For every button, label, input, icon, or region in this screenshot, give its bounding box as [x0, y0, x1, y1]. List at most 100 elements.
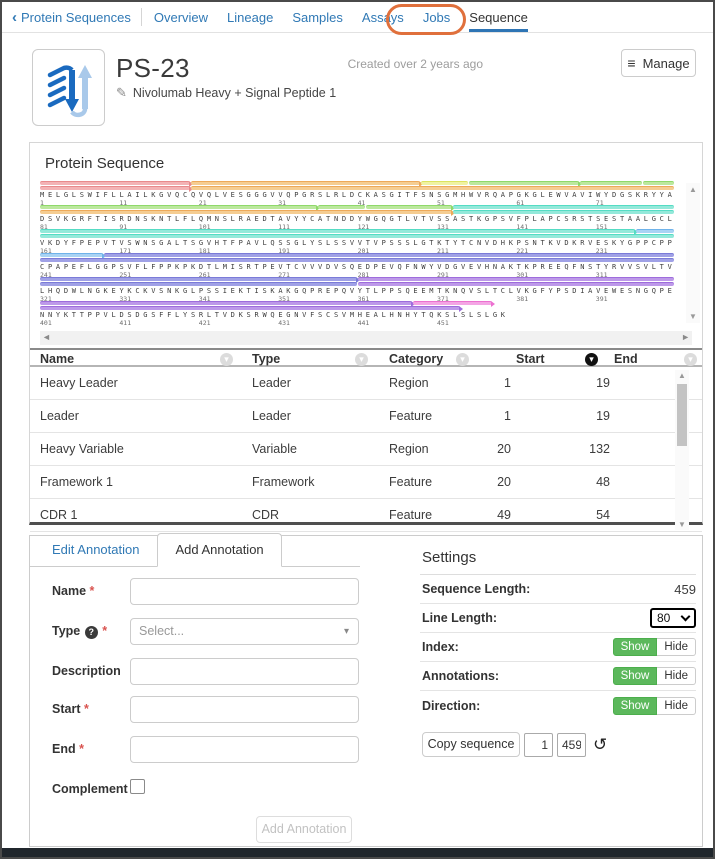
- back-link-label: Protein Sequences: [21, 10, 131, 25]
- tab-edit-annotation[interactable]: Edit Annotation: [30, 542, 139, 566]
- hamburger-icon: ≡: [627, 55, 635, 71]
- annotation-bar-green[interactable]: [318, 205, 365, 209]
- annotation-bar-green[interactable]: [643, 181, 674, 185]
- column-header-category[interactable]: Category: [389, 352, 443, 366]
- help-icon[interactable]: ?: [85, 626, 98, 639]
- annotation-bar-magenta[interactable]: [413, 301, 491, 305]
- sequence-viewport[interactable]: MELGLSWIFLLAILKGVQCQVQLVESGGGVVQPGRSLRLD…: [40, 181, 676, 327]
- sequence-line[interactable]: DSVKGRFTISRDNSKNTLFLQMNSLRAEDTAVYYCATNDD…: [40, 205, 676, 229]
- scroll-up-icon[interactable]: ▲: [686, 185, 700, 194]
- tab-lineage[interactable]: Lineage: [227, 2, 273, 32]
- description-field[interactable]: [130, 658, 359, 685]
- copy-sequence-button[interactable]: Copy sequence: [422, 732, 520, 757]
- annotation-bar-violet[interactable]: [40, 301, 412, 305]
- back-chevron-icon: ‹: [12, 10, 17, 25]
- column-header-type[interactable]: Type: [252, 352, 280, 366]
- annotation-bar-cyan[interactable]: [453, 205, 674, 209]
- column-filter-icon[interactable]: ▾: [220, 353, 233, 366]
- annotation-bar-blue[interactable]: [636, 229, 675, 233]
- form-row-type: Type ? * Select... ▾: [52, 618, 359, 645]
- line-length-select[interactable]: 80: [650, 608, 696, 628]
- sequence-vertical-scrollbar[interactable]: ▲ ▼: [686, 183, 700, 323]
- annotation-bar-green[interactable]: [469, 181, 579, 185]
- column-header-end[interactable]: End: [614, 352, 638, 366]
- table-cell: 132: [540, 442, 610, 456]
- sequence-line[interactable]: LHQDWLNGKEYKCKVSNKGLPSSIEKTISKAKGQPREPQV…: [40, 277, 676, 301]
- annotation-bar-pink[interactable]: [40, 181, 190, 185]
- annotation-bar-periwinkle[interactable]: [40, 258, 674, 262]
- annotations-hide-button[interactable]: Hide: [657, 667, 696, 685]
- index-show-button[interactable]: Show: [613, 638, 658, 656]
- manage-button[interactable]: ≡ Manage: [621, 49, 696, 77]
- type-select[interactable]: Select... ▾: [130, 618, 359, 645]
- annotations-label: Annotations:: [420, 669, 499, 683]
- table-row[interactable]: CDR 1CDRFeature4954: [30, 499, 702, 532]
- add-annotation-button[interactable]: Add Annotation: [256, 816, 352, 843]
- tab-jobs[interactable]: Jobs: [423, 2, 450, 32]
- complement-checkbox[interactable]: [130, 779, 145, 794]
- sequence-line[interactable]: CPAPEFLGGPSVFLFPPKPKDTLMISRTPEVTCVVVDVSQ…: [40, 253, 676, 277]
- sequence-index: 441: [358, 319, 370, 327]
- annotation-bar-periwinkle[interactable]: [40, 277, 357, 281]
- table-cell: 20: [460, 442, 511, 456]
- annotation-bar-yellow[interactable]: [421, 181, 468, 185]
- scroll-down-icon[interactable]: ▼: [675, 520, 689, 529]
- column-filter-icon[interactable]: ▾: [684, 353, 697, 366]
- annotation-bar-orange[interactable]: [191, 181, 420, 185]
- form-row-description: Description: [52, 658, 359, 685]
- sequence-horizontal-scrollbar[interactable]: ◄ ►: [40, 331, 692, 345]
- range-end-input[interactable]: [557, 733, 586, 757]
- direction-hide-button[interactable]: Hide: [657, 697, 696, 715]
- annotation-bar-violet[interactable]: [358, 277, 675, 281]
- start-field[interactable]: [130, 696, 359, 723]
- annotation-bar-green[interactable]: [580, 181, 643, 185]
- sort-active-icon[interactable]: ▾: [585, 353, 598, 366]
- tab-sequence[interactable]: Sequence: [469, 2, 528, 32]
- column-header-start[interactable]: Start: [516, 352, 544, 366]
- annotation-bar-blue[interactable]: [40, 253, 103, 257]
- table-row[interactable]: Heavy VariableVariableRegion20132: [30, 433, 702, 466]
- sequence-line[interactable]: NNYKTTPPVLDSDGSFFLYSRLTVDKSRWQEGNVFSCSVM…: [40, 301, 676, 325]
- tab-samples[interactable]: Samples: [292, 2, 343, 32]
- edit-pencil-icon[interactable]: ✎: [116, 85, 127, 101]
- table-row[interactable]: Framework 1FrameworkFeature2048: [30, 466, 702, 499]
- scroll-down-icon[interactable]: ▼: [686, 312, 700, 321]
- annotation-bar-pink[interactable]: [40, 186, 190, 190]
- reset-range-icon[interactable]: ↺: [593, 736, 607, 753]
- table-row[interactable]: LeaderLeaderFeature119: [30, 400, 702, 433]
- name-field[interactable]: [130, 578, 359, 605]
- annotation-bar-cyan[interactable]: [40, 229, 635, 233]
- annotation-bar-periwinkle[interactable]: [40, 282, 357, 286]
- table-vertical-scrollbar[interactable]: ▲ ▼: [675, 370, 689, 530]
- tab-add-annotation[interactable]: Add Annotation: [157, 533, 281, 567]
- annotation-bar-green[interactable]: [40, 205, 317, 209]
- sequence-line[interactable]: MELGLSWIFLLAILKGVQCQVQLVESGGGVVQPGRSLRLD…: [40, 181, 676, 205]
- index-hide-button[interactable]: Hide: [657, 638, 696, 656]
- direction-show-button[interactable]: Show: [613, 697, 658, 715]
- annotation-bar-cyan[interactable]: [453, 210, 674, 214]
- tab-overview[interactable]: Overview: [154, 2, 208, 32]
- scroll-up-icon[interactable]: ▲: [675, 371, 689, 380]
- annotation-bar-green[interactable]: [366, 205, 452, 209]
- scrollbar-thumb[interactable]: [677, 384, 687, 446]
- column-header-name[interactable]: Name: [40, 352, 74, 366]
- end-field[interactable]: [130, 736, 359, 763]
- sequence-line[interactable]: VKDYFPEPVTVSWNSGALTSGVHTFPAVLQSSGLYSLSSV…: [40, 229, 676, 253]
- column-filter-icon[interactable]: ▾: [355, 353, 368, 366]
- protein-sequence-panel: Protein Sequence MELGLSWIFLLAILKGVQCQVQL…: [29, 142, 703, 525]
- annotation-bar-cyan[interactable]: [40, 234, 674, 238]
- annotations-show-button[interactable]: Show: [613, 667, 658, 685]
- direction-label: Direction:: [420, 699, 480, 713]
- scroll-right-icon[interactable]: ►: [681, 332, 690, 342]
- annotation-bar-violet[interactable]: [358, 282, 675, 286]
- column-filter-icon[interactable]: ▾: [456, 353, 469, 366]
- annotation-bar-orange[interactable]: [40, 210, 452, 214]
- tab-assays[interactable]: Assays: [362, 2, 404, 32]
- table-row[interactable]: Heavy LeaderLeaderRegion119: [30, 367, 702, 400]
- back-link-protein-sequences[interactable]: ‹ Protein Sequences: [12, 10, 131, 25]
- annotation-bar-orange[interactable]: [191, 186, 674, 190]
- annotation-bar-periwinkle[interactable]: [104, 253, 675, 257]
- annotation-bar-violet[interactable]: [40, 306, 460, 310]
- range-start-input[interactable]: [524, 733, 553, 757]
- scroll-left-icon[interactable]: ◄: [42, 332, 51, 342]
